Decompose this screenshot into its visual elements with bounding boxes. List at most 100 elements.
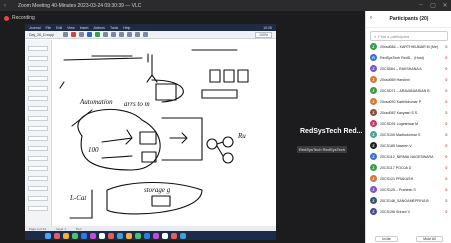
app-icon[interactable] xyxy=(162,232,168,239)
mute-all-button[interactable]: Mute All xyxy=(416,236,443,242)
page-thumbnail[interactable] xyxy=(28,86,48,91)
start-icon[interactable] xyxy=(45,232,51,239)
app-icon[interactable] xyxy=(54,232,60,239)
shape-tool-icon[interactable] xyxy=(111,32,117,37)
participant-row[interactable]: Z 20CS112_NIRMAI NAGESWARA ⦸ xyxy=(366,151,451,162)
app-icon[interactable] xyxy=(126,232,132,239)
app-icon[interactable] xyxy=(72,232,78,239)
participant-row[interactable]: Z 20csd084 – KARTHIKUMAR M (Me) ⦸ xyxy=(366,41,451,52)
menu-item[interactable]: Journal xyxy=(29,26,40,30)
page-thumbnail[interactable] xyxy=(28,96,48,101)
page-thumbnail[interactable] xyxy=(28,66,48,71)
participant-row[interactable]: Z 20CSD91 Logeshwar M ⦸ xyxy=(366,118,451,129)
window-titlebar: ‹ Zoom Meeting 40-Minutes 2023-03-24 09:… xyxy=(0,0,451,11)
participant-name: 20CS121 PRAKASH xyxy=(380,176,414,181)
app-icon[interactable] xyxy=(117,232,123,239)
page-thumbnail[interactable] xyxy=(28,156,48,161)
menu-item[interactable]: Actions xyxy=(93,26,104,30)
participant-row[interactable]: Z 20csd069 Harshini ⦸ xyxy=(366,74,451,85)
menu-item[interactable]: Edit xyxy=(56,26,62,30)
participant-name: 20CS125 – Pranesh S xyxy=(380,187,416,192)
participant-row[interactable]: Z 20csd087 Kavyasri S S ⦸ xyxy=(366,107,451,118)
eraser-icon[interactable] xyxy=(79,32,85,37)
page-thumbnail[interactable] xyxy=(28,126,48,131)
page-thumbnail[interactable] xyxy=(28,46,48,51)
app-icon[interactable] xyxy=(63,232,69,239)
red-color-icon[interactable] xyxy=(71,32,77,37)
recording-indicator[interactable]: Recording xyxy=(4,15,35,21)
page-thumbnail[interactable] xyxy=(28,106,48,111)
sketch-text: Automation xyxy=(79,98,113,106)
participant-name: 20CSD91 Logeshwar M xyxy=(380,121,419,126)
page-thumbnail[interactable] xyxy=(28,56,48,61)
green-color-icon[interactable] xyxy=(95,32,101,37)
avatar: Z xyxy=(370,153,377,160)
redo-icon[interactable] xyxy=(143,32,149,37)
menu-item[interactable]: File xyxy=(45,26,51,30)
menu-item[interactable]: View xyxy=(67,26,75,30)
participant-row[interactable]: Z 20CS198 Sriram V ⦸ xyxy=(366,206,451,217)
drawing-canvas[interactable]: arrs to m Automation Ru storage g L-Cat … xyxy=(52,40,276,226)
app-clock: 10:05 xyxy=(263,25,272,30)
back-icon[interactable]: ‹ xyxy=(0,0,10,11)
page-thumbnail[interactable] xyxy=(28,166,48,171)
app-icon[interactable] xyxy=(171,232,177,239)
close-button[interactable]: ✕ xyxy=(439,2,451,9)
mic-muted-icon: ⦸ xyxy=(445,44,448,49)
participant-row[interactable]: Z 20CS121 PRAKASH ⦸ xyxy=(366,173,451,184)
page-thumbnail[interactable] xyxy=(28,116,48,121)
participant-row[interactable]: R RedSysTech RedS... (Host) ⦸ xyxy=(366,52,451,63)
app-icon[interactable] xyxy=(153,232,159,239)
participant-row[interactable]: Z 20CS106 Madhukumar S ⦸ xyxy=(366,129,451,140)
invite-button[interactable]: Invite xyxy=(375,236,398,242)
page-thumbnail[interactable] xyxy=(28,186,48,191)
select-tool-icon[interactable] xyxy=(119,32,125,37)
avatar: R xyxy=(370,54,377,61)
menu-item[interactable]: Help xyxy=(123,26,130,30)
app-icon[interactable] xyxy=(81,232,87,239)
window-title: Zoom Meeting 40-Minutes 2023-03-24 09:30… xyxy=(18,2,142,9)
collapse-panel-icon[interactable]: ‹ xyxy=(370,15,372,21)
mic-muted-icon: ⦸ xyxy=(445,176,448,181)
participant-row[interactable]: Z 20csd092 Karthikkumar P ⦸ xyxy=(366,96,451,107)
participant-row[interactable]: Z 20CSD71 – ARAVANANDAN B ⦸ xyxy=(366,85,451,96)
zoom-select[interactable]: 100% xyxy=(255,31,272,38)
recording-label: Recording xyxy=(12,15,35,21)
page-thumbnail[interactable] xyxy=(28,176,48,181)
participant-row[interactable]: Z 20CS125 – Pranesh S ⦸ xyxy=(366,184,451,195)
sketch-text: storage g xyxy=(144,186,171,194)
participant-name: 20CS117 POOJA D xyxy=(380,165,412,170)
app-icon[interactable] xyxy=(108,232,114,239)
maximize-button[interactable]: ▢ xyxy=(427,2,439,9)
participant-row[interactable]: Z 20CS185 Naveen V ⦸ xyxy=(366,140,451,151)
participant-search-input[interactable]: ⌕ Find a participant xyxy=(370,31,448,41)
page-thumbnail[interactable] xyxy=(28,196,48,201)
app-icon[interactable] xyxy=(144,232,150,239)
page-thumbnail[interactable] xyxy=(28,146,48,151)
page-thumbnail[interactable] xyxy=(28,76,48,81)
page-thumbnail[interactable] xyxy=(28,206,48,211)
avatar: Z xyxy=(370,120,377,127)
avatar: Z xyxy=(370,109,377,116)
app-icon[interactable] xyxy=(90,232,96,239)
minimize-button[interactable]: – xyxy=(415,2,427,9)
pen-tool-icon[interactable] xyxy=(63,32,69,37)
avatar: Z xyxy=(370,175,377,182)
menu-item[interactable]: Insert xyxy=(80,26,89,30)
participant-row[interactable]: Z 20CS146_SANGAMEPRIYA B ⦸ xyxy=(366,195,451,206)
mic-muted-icon: ⦸ xyxy=(445,143,448,148)
highlighter-icon[interactable] xyxy=(103,32,109,37)
participant-row[interactable]: Z 20CS117 POOJA D ⦸ xyxy=(366,162,451,173)
app-icon[interactable] xyxy=(135,232,141,239)
blue-color-icon[interactable] xyxy=(87,32,93,37)
page-thumbnail[interactable] xyxy=(28,136,48,141)
participant-name: 20csd069 Harshini xyxy=(380,77,410,82)
app-icon[interactable] xyxy=(99,232,105,239)
participant-row[interactable]: Z 20CS064 – RAKSHANA A ⦸ xyxy=(366,63,451,74)
avatar: Z xyxy=(370,87,377,94)
text-tool-icon[interactable] xyxy=(127,32,133,37)
menu-item[interactable]: Tools xyxy=(110,26,118,30)
undo-icon[interactable] xyxy=(135,32,141,37)
participant-name: 20csd087 Kavyasri S S xyxy=(380,110,418,115)
app-icon[interactable] xyxy=(180,232,186,239)
